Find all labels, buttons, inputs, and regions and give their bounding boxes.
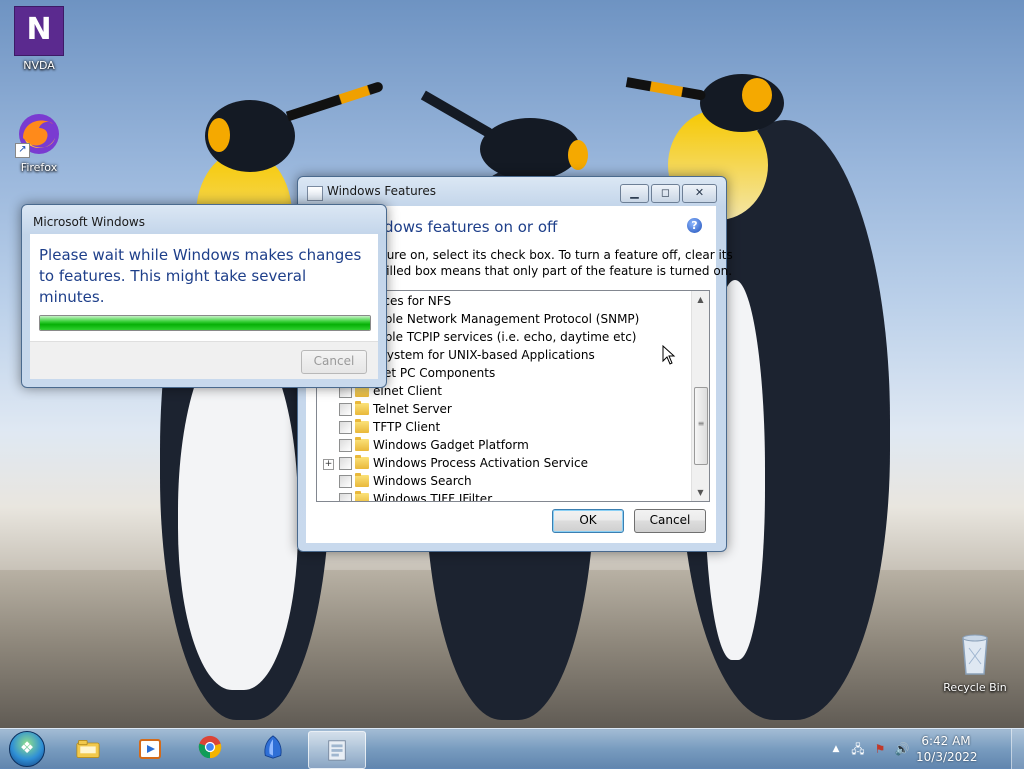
- progress-client-area: Please wait while Windows makes changes …: [30, 234, 378, 379]
- desktop-icon-label: Firefox: [20, 161, 58, 174]
- taskbar-media-player-button[interactable]: [122, 731, 178, 767]
- cancel-button[interactable]: Cancel: [634, 509, 706, 533]
- titlebar[interactable]: Windows Features ▁ ◻ ✕: [298, 177, 726, 205]
- taskbar: ▲ 🖧 ⚑ 🔊 6:42 AM 10/3/2022: [0, 728, 1024, 769]
- expand-plus-icon[interactable]: +: [323, 459, 334, 470]
- clock-time: 6:42 AM: [921, 734, 971, 748]
- progress-dialog-title: Microsoft Windows: [33, 215, 145, 229]
- nvda-icon: N: [14, 6, 64, 56]
- features-description-line2: filled box means that only part of the f…: [382, 264, 733, 278]
- minimize-button[interactable]: ▁: [620, 184, 649, 203]
- folder-icon: [355, 437, 369, 451]
- start-button[interactable]: [9, 731, 45, 767]
- recycle-bin-icon: [951, 630, 999, 678]
- desktop-icon-nvda[interactable]: N NVDA: [4, 6, 74, 72]
- window-app-icon: [307, 186, 323, 201]
- taskbar-chrome-button[interactable]: [184, 731, 240, 767]
- action-center-flag-icon[interactable]: ⚑: [872, 741, 888, 757]
- maximize-button[interactable]: ◻: [651, 184, 680, 203]
- feature-checkbox[interactable]: [339, 493, 352, 501]
- windows-features-icon: [328, 740, 346, 761]
- show-hidden-icons-chevron-icon[interactable]: ▲: [828, 741, 844, 757]
- feature-label: Windows Process Activation Service: [373, 456, 588, 470]
- vertical-scrollbar[interactable]: ▲ ≡ ▼: [691, 291, 709, 501]
- features-description-line1: ture on, select its check box. To turn a…: [382, 248, 733, 262]
- taskbar-explorer-button[interactable]: [62, 731, 118, 767]
- feature-label: mple TCPIP services (i.e. echo, daytime …: [373, 330, 637, 344]
- desktop-icon-recycle-bin[interactable]: Recycle Bin: [940, 630, 1010, 694]
- help-icon[interactable]: ?: [687, 218, 702, 233]
- network-icon[interactable]: 🖧: [850, 741, 866, 757]
- firefox-icon: ↗: [15, 110, 63, 158]
- clock-date: 10/3/2022: [916, 750, 978, 764]
- folder-icon: [355, 419, 369, 433]
- feature-checkbox[interactable]: [339, 403, 352, 416]
- progress-titlebar[interactable]: Microsoft Windows: [22, 205, 386, 233]
- progress-message: Please wait while Windows makes changes …: [39, 246, 362, 306]
- feature-label: Windows TIFF IFilter: [373, 492, 493, 502]
- feature-checkbox[interactable]: [339, 457, 352, 470]
- progress-cancel-button[interactable]: Cancel: [301, 350, 367, 374]
- folder-icon: [355, 491, 369, 501]
- feature-label: blet PC Components: [373, 366, 496, 380]
- feature-item[interactable]: Telnet Server: [317, 401, 689, 419]
- show-desktop-button[interactable]: [1011, 729, 1024, 769]
- desktop-icon-label: Recycle Bin: [943, 681, 1007, 694]
- progress-bar: [39, 315, 371, 331]
- feature-item[interactable]: Windows TIFF IFilter: [317, 491, 689, 502]
- taskbar-nvda-button[interactable]: [246, 731, 302, 767]
- desktop-icon-firefox[interactable]: ↗ Firefox: [4, 110, 74, 174]
- feature-item[interactable]: + Windows Process Activation Service: [317, 455, 689, 473]
- feature-item[interactable]: Windows Gadget Platform: [317, 437, 689, 455]
- feature-label: Windows Gadget Platform: [373, 438, 529, 452]
- scroll-up-arrow-icon[interactable]: ▲: [692, 291, 709, 308]
- folder-icon: [355, 455, 369, 469]
- feature-label: mple Network Management Protocol (SNMP): [373, 312, 640, 326]
- progress-bar-fill: [40, 316, 370, 330]
- feature-item[interactable]: TFTP Client: [317, 419, 689, 437]
- feature-label: bsystem for UNIX-based Applications: [373, 348, 595, 362]
- nvda-icon: [264, 735, 282, 759]
- folder-icon: [355, 473, 369, 487]
- feature-label: TFTP Client: [373, 420, 441, 434]
- taskbar-windows-features-button[interactable]: [308, 731, 366, 769]
- taskbar-clock[interactable]: 6:42 AM 10/3/2022: [916, 733, 978, 765]
- folder-icon: [355, 401, 369, 415]
- scroll-down-arrow-icon[interactable]: ▼: [692, 484, 709, 501]
- desktop-icon-label: NVDA: [23, 59, 55, 72]
- system-tray: ▲ 🖧 ⚑ 🔊 6:42 AM 10/3/2022: [824, 729, 1024, 769]
- close-button[interactable]: ✕: [682, 184, 717, 203]
- progress-dialog: Microsoft Windows Please wait while Wind…: [21, 204, 387, 388]
- feature-checkbox[interactable]: [339, 475, 352, 488]
- feature-checkbox[interactable]: [339, 439, 352, 452]
- explorer-folder-icon: [76, 740, 100, 758]
- window-title: Windows Features: [327, 184, 436, 198]
- scroll-thumb[interactable]: ≡: [694, 387, 708, 465]
- feature-label: Windows Search: [373, 474, 472, 488]
- ok-button[interactable]: OK: [552, 509, 624, 533]
- feature-checkbox[interactable]: [339, 421, 352, 434]
- feature-item[interactable]: Windows Search: [317, 473, 689, 491]
- feature-label: Telnet Server: [373, 402, 452, 416]
- chrome-icon: [198, 735, 222, 759]
- media-player-icon: [139, 739, 161, 759]
- features-heading: dows features on or off: [384, 218, 558, 236]
- mouse-cursor-icon: [662, 345, 676, 365]
- volume-icon[interactable]: 🔊: [894, 741, 910, 757]
- shortcut-arrow-icon: ↗: [15, 143, 30, 158]
